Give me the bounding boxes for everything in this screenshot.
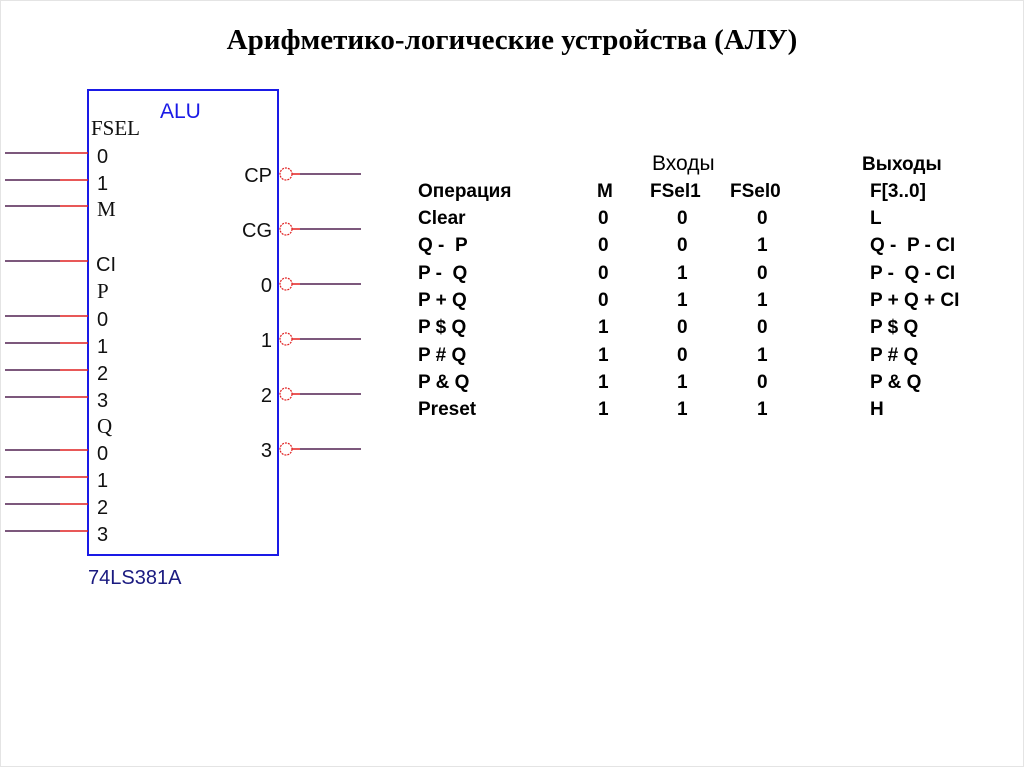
column-header: FSel1 (650, 181, 701, 202)
left-pin-label: 1 (97, 336, 108, 358)
left-pin-label: CI (96, 254, 116, 276)
right-pin-label: CG (242, 220, 272, 242)
value-cell: 1 (677, 399, 688, 421)
inverter-bubble (279, 277, 293, 291)
inverter-bubble (279, 332, 293, 346)
value-cell: P + Q + CI (870, 289, 960, 311)
inverter-bubble (279, 442, 293, 456)
right-pin-label: 3 (261, 440, 272, 462)
left-pin-label: 0 (97, 146, 108, 168)
value-cell: 0 (598, 235, 609, 257)
column-header: M (597, 181, 613, 202)
value-cell: 0 (598, 262, 609, 284)
inverter-bubble (279, 222, 293, 236)
left-pin-label: 1 (97, 470, 108, 492)
right-pin-label: 2 (261, 385, 272, 407)
column-header: FSel0 (730, 181, 781, 202)
value-cell: 0 (677, 235, 688, 257)
left-pin-label: 1 (97, 173, 108, 195)
value-cell: P $ Q (870, 317, 919, 339)
operation-cell: P # Q (418, 344, 467, 366)
value-cell: 0 (757, 371, 768, 393)
left-pin-label: M (97, 197, 116, 221)
value-cell: 0 (757, 317, 768, 339)
inverter-bubble (279, 167, 293, 181)
operation-cell: Q - P (418, 235, 468, 257)
operation-cell: P & Q (418, 371, 470, 393)
value-cell: 1 (757, 289, 768, 311)
value-cell: 0 (598, 208, 609, 229)
column-header: Операция (418, 181, 512, 202)
left-pin-label: 3 (97, 524, 108, 546)
value-cell: 0 (757, 208, 768, 229)
value-cell: 0 (677, 208, 688, 229)
left-pin-label: 0 (97, 309, 108, 331)
operation-cell: Clear (418, 208, 466, 229)
left-pin-label: P (97, 279, 109, 303)
value-cell: P & Q (870, 371, 922, 393)
value-cell: 0 (677, 317, 688, 339)
chip-box (87, 89, 279, 556)
value-cell: 1 (598, 399, 609, 421)
inverter-bubble (279, 387, 293, 401)
right-pin-label: CP (244, 165, 272, 187)
operation-cell: Preset (418, 399, 477, 421)
left-pin-label: FSEL (91, 116, 140, 140)
value-cell: 1 (677, 262, 688, 284)
value-cell: H (870, 399, 884, 421)
left-pin-label: Q (97, 414, 112, 438)
left-pin-label: 0 (97, 443, 108, 465)
value-cell: 0 (757, 262, 768, 284)
value-cell: 1 (598, 344, 609, 366)
right-pin-label: 0 (261, 275, 272, 297)
value-cell: P - Q - CI (870, 262, 956, 284)
right-pin-label: 1 (261, 330, 272, 352)
left-pin-label: 2 (97, 363, 108, 385)
chip-name: ALU (160, 100, 201, 123)
inputs-header: Входы (652, 152, 715, 175)
value-cell: Q - P - CI (870, 235, 956, 257)
operation-cell: P - Q (418, 262, 468, 284)
value-cell: L (870, 208, 882, 229)
value-cell: 1 (757, 344, 768, 366)
value-cell: 1 (598, 371, 609, 393)
left-pin-label: 2 (97, 497, 108, 519)
operation-cell: P + Q (418, 289, 467, 311)
value-cell: 0 (677, 344, 688, 366)
chip-part-number: 74LS381A (88, 567, 182, 589)
value-cell: 1 (598, 317, 609, 339)
value-cell: 1 (677, 371, 688, 393)
value-cell: 1 (757, 399, 768, 421)
outputs-header: Выходы (862, 154, 942, 175)
left-pin-label: 3 (97, 390, 108, 412)
value-cell: 1 (677, 289, 688, 311)
column-header: F[3..0] (870, 181, 926, 202)
value-cell: 1 (757, 235, 768, 257)
value-cell: P # Q (870, 344, 919, 366)
value-cell: 0 (598, 289, 609, 311)
operation-cell: P $ Q (418, 317, 467, 339)
